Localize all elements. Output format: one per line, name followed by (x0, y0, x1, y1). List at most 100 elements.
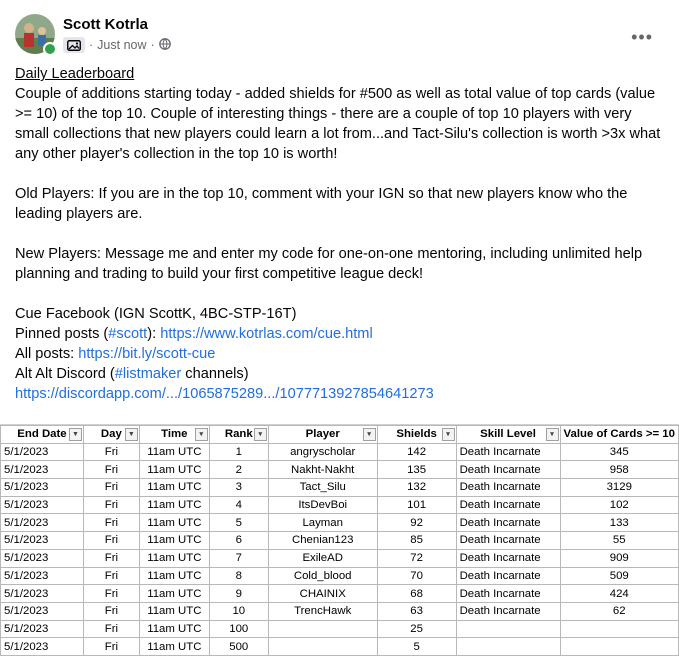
cell-end-date: 5/1/2023 (0, 531, 84, 550)
column-header-label: Player (305, 428, 340, 441)
cell-day: Fri (82, 601, 140, 621)
cell-shields: 25 (376, 619, 457, 639)
cell-rank: 100 (208, 619, 269, 639)
cell-time: 11am UTC (138, 460, 210, 480)
author-name[interactable]: Scott Kotrla (63, 16, 148, 33)
cell-time: 11am UTC (138, 584, 210, 603)
cell-shields: 132 (376, 478, 457, 497)
table-row: 5/1/2023 Fri 11am UTC 8 Cold_blood 70 Death In… (0, 566, 679, 586)
table-row: 5/1/2023 Fri 11am UTC 3 Tact_Silu 132 Death In… (0, 478, 679, 497)
cell-player: TrencHawk (267, 601, 378, 621)
cell-player: Tact_Silu (267, 478, 378, 497)
cell-end-date: 5/1/2023 (0, 442, 84, 462)
post-paragraph-3: New Players: Message me and enter my cod… (15, 246, 643, 282)
cell-rank: 2 (208, 460, 269, 480)
column-header-label: End Date (17, 428, 67, 441)
cell-day: Fri (82, 442, 140, 462)
cell-value-of-cards-10: 133 (559, 513, 679, 533)
leaderboard-spreadsheet-image[interactable]: End Date ▼ Day ▼ Time ▾ Rank ▾ Player ▾ Shields ▾ Sk… (0, 424, 679, 656)
cell-time: 11am UTC (138, 513, 210, 533)
cell-shields: 85 (376, 531, 457, 550)
cell-value-of-cards-10 (559, 637, 679, 656)
all-prefix: All posts: (15, 346, 79, 362)
cell-rank: 6 (208, 531, 269, 550)
cell-time: 11am UTC (138, 619, 210, 639)
cell-rank: 3 (208, 478, 269, 497)
cell-day: Fri (82, 548, 140, 568)
dropdown-arrow-icon: ▾ (253, 428, 267, 441)
table-row: 5/1/2023 Fri 11am UTC 4 ItsDevBoi 101 Death In… (0, 495, 679, 515)
meta-separator-2: · (150, 38, 155, 52)
cell-day: Fri (82, 637, 140, 656)
dropdown-arrow-icon: ▾ (545, 428, 559, 441)
cell-end-date: 5/1/2023 (0, 513, 84, 533)
cell-skill-level: Death Incarnate (455, 460, 561, 480)
post-timestamp[interactable]: Just now (97, 38, 146, 52)
table-row: 5/1/2023 Fri 11am UTC 500 5 (0, 637, 679, 656)
table-row: 5/1/2023 Fri 11am UTC 100 25 (0, 619, 679, 639)
discord-link[interactable]: https://discordapp.com/.../1065875289...… (15, 386, 434, 402)
post-body: Daily Leaderboard Couple of additions st… (15, 64, 665, 404)
cell-value-of-cards-10: 345 (559, 442, 679, 462)
cell-skill-level (455, 619, 561, 639)
cell-end-date: 5/1/2023 (0, 566, 84, 586)
facebook-post: Scott Kotrla · Just now · ••• Daily Lead… (0, 0, 679, 659)
dropdown-arrow-icon: ▾ (362, 428, 376, 441)
more-options-icon[interactable]: ••• (631, 28, 653, 46)
cell-time: 11am UTC (138, 566, 210, 586)
cell-player: Cold_blood (267, 566, 378, 586)
cell-value-of-cards-10: 424 (559, 584, 679, 603)
cell-skill-level: Death Incarnate (455, 566, 561, 586)
discord-prefix: Alt Alt Discord ( (15, 366, 115, 382)
cell-skill-level: Death Incarnate (455, 531, 561, 550)
cell-time: 11am UTC (138, 601, 210, 621)
table-row: 5/1/2023 Fri 11am UTC 6 Chenian123 85 Death In… (0, 531, 679, 550)
cell-day: Fri (82, 460, 140, 480)
cell-day: Fri (82, 619, 140, 639)
kotrlas-cue-link[interactable]: https://www.kotrlas.com/cue.html (160, 326, 373, 342)
cell-end-date: 5/1/2023 (0, 637, 84, 656)
hashtag-listmaker-link[interactable]: #listmaker (115, 366, 182, 382)
meta-separator: · (89, 38, 94, 52)
cell-skill-level: Death Incarnate (455, 548, 561, 568)
post-paragraph-2: Old Players: If you are in the top 10, c… (15, 186, 628, 222)
cell-player: ExileAD (267, 548, 378, 568)
cell-shields: 135 (376, 460, 457, 480)
cell-value-of-cards-10: 509 (559, 566, 679, 586)
cell-skill-level: Death Incarnate (455, 495, 561, 515)
column-header-value-of-cards-10: Value of Cards >= 10 (559, 425, 679, 444)
cell-day: Fri (82, 495, 140, 515)
online-status-dot (43, 42, 57, 56)
hashtag-scott-link[interactable]: #scott (108, 326, 147, 342)
column-header-label: Time (161, 428, 188, 441)
table-row: 5/1/2023 Fri 11am UTC 7 ExileAD 72 Death Incar… (0, 548, 679, 568)
column-header-label: Shields (396, 428, 437, 441)
discord-suffix: channels) (181, 366, 249, 382)
cell-value-of-cards-10: 102 (559, 495, 679, 515)
cell-rank: 7 (208, 548, 269, 568)
cell-shields: 5 (376, 637, 457, 656)
cell-day: Fri (82, 478, 140, 497)
cell-value-of-cards-10: 958 (559, 460, 679, 480)
pinned-posts-line: Pinned posts (#scott): https://www.kotrl… (15, 324, 665, 344)
cell-end-date: 5/1/2023 (0, 460, 84, 480)
column-header-end-date: End Date ▼ (0, 425, 84, 444)
column-header-skill-level: Skill Level ▾ (455, 425, 561, 444)
cell-player (267, 637, 378, 656)
column-header-player: Player ▾ (267, 425, 378, 444)
discord-line: Alt Alt Discord (#listmaker channels) (15, 364, 665, 384)
filter-applied-icon: ▼ (124, 428, 138, 441)
pinned-prefix: Pinned posts ( (15, 326, 109, 342)
dropdown-arrow-icon: ▾ (194, 428, 208, 441)
cell-rank: 10 (208, 601, 269, 621)
bitly-link[interactable]: https://bit.ly/scott-cue (78, 346, 215, 362)
cell-value-of-cards-10: 909 (559, 548, 679, 568)
post-heading: Daily Leaderboard (15, 66, 135, 82)
cell-value-of-cards-10: 3129 (559, 478, 679, 497)
cell-player: CHAINIX (267, 584, 378, 603)
cell-skill-level: Death Incarnate (455, 478, 561, 497)
table-row: 5/1/2023 Fri 11am UTC 10 TrencHawk 63 Death In… (0, 601, 679, 621)
globe-icon[interactable] (158, 37, 171, 53)
cell-value-of-cards-10: 55 (559, 531, 679, 550)
table-body: 5/1/2023 Fri 11am UTC 1 angryscholar 142 Death… (0, 442, 679, 656)
